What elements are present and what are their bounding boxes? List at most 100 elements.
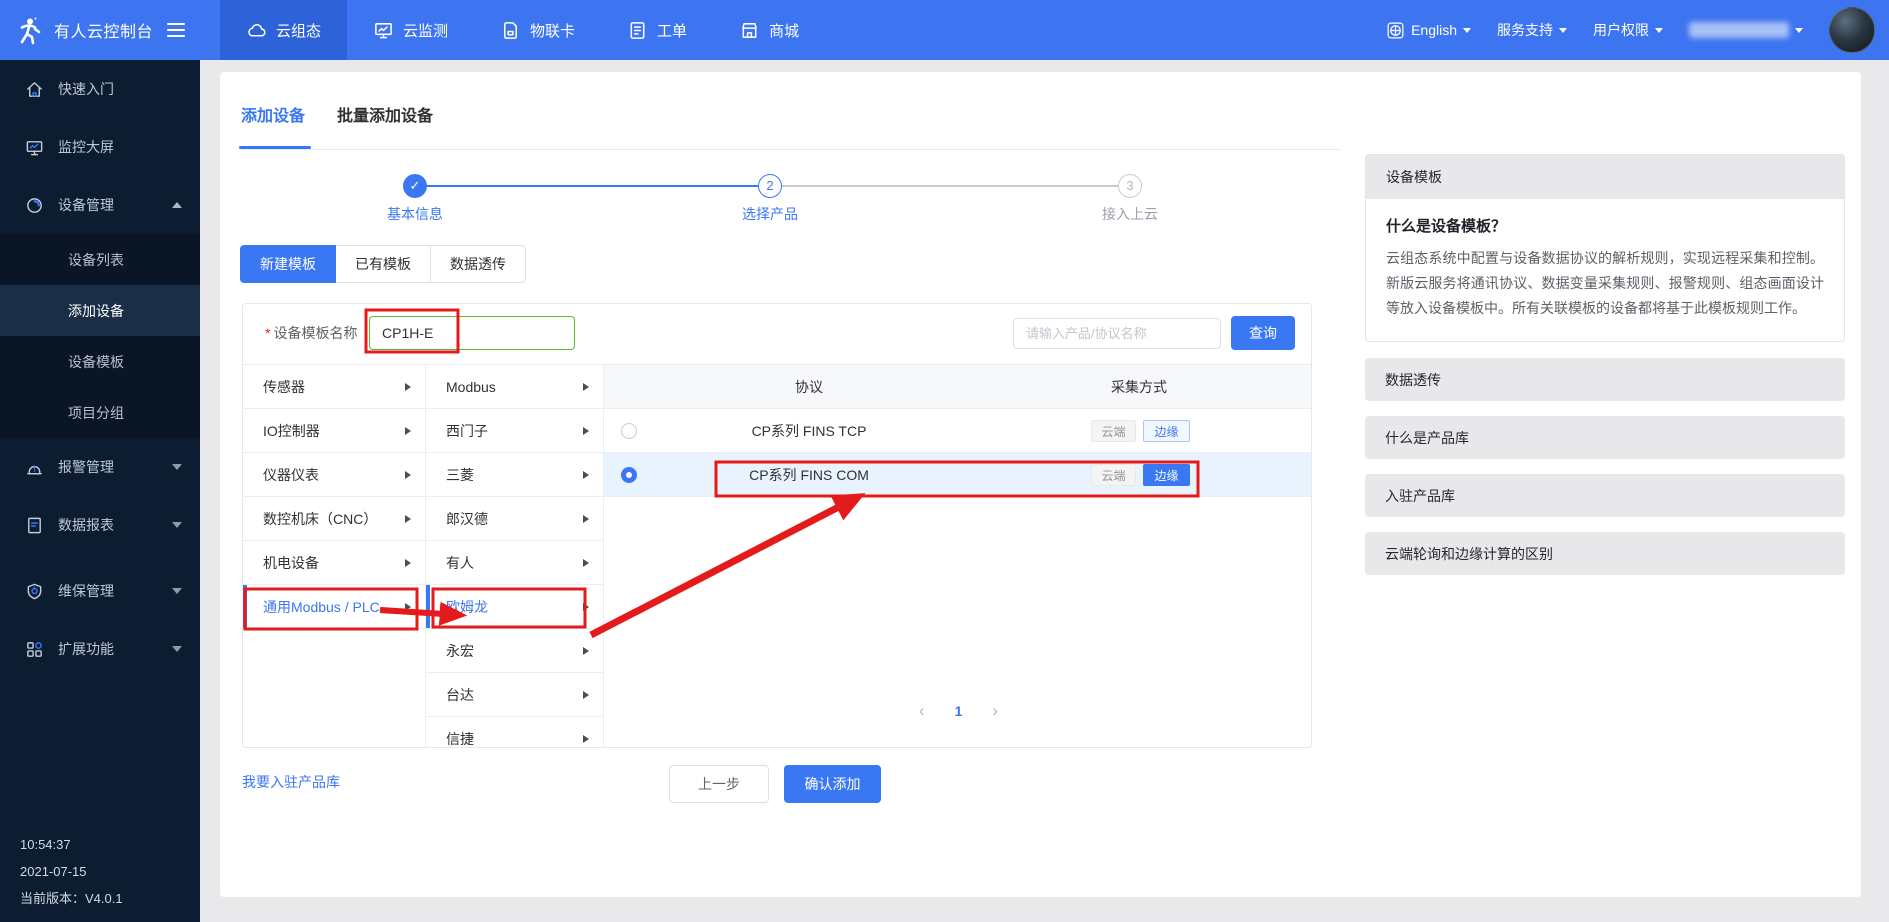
sidebar-item-device-template[interactable]: 设备模板: [0, 336, 200, 387]
nav-item-mall[interactable]: 商城: [713, 0, 825, 60]
mall-icon: [739, 20, 760, 41]
brand-mitsubishi[interactable]: 三菱: [426, 453, 603, 497]
chevron-down-icon: [172, 522, 182, 528]
chevron-up-icon: [172, 202, 182, 208]
sidebar: 快速入门 监控大屏 设备管理 设备列表 添加设备 设备模板 项目分组: [0, 60, 200, 922]
tab-batch-add-device[interactable]: 批量添加设备: [337, 102, 433, 126]
tab-divider: [241, 149, 1341, 150]
category-electromechanical[interactable]: 机电设备: [243, 541, 425, 585]
brand-modbus[interactable]: Modbus: [426, 365, 603, 409]
username-redacted: [1689, 22, 1789, 38]
sidebar-item-monitor-screen[interactable]: 监控大屏: [0, 118, 200, 176]
sidebar-item-quick-start[interactable]: 快速入门: [0, 60, 200, 118]
brand-siemens[interactable]: 西门子: [426, 409, 603, 453]
sidebar-item-device-manage[interactable]: 设备管理: [0, 176, 200, 234]
brand-fatek[interactable]: 永宏: [426, 629, 603, 673]
sidebar-item-project-group[interactable]: 项目分组: [0, 387, 200, 438]
protocol-table: 协议 采集方式 CP系列 FINS TCP 云端 边缘 CP系列 FINS CO…: [604, 364, 1311, 747]
topbar-right: English 服务支持 用户权限: [1386, 7, 1889, 53]
tab-data-passthrough[interactable]: 数据透传: [430, 245, 526, 283]
help-bar-data-passthrough[interactable]: 数据透传: [1365, 358, 1845, 401]
category-cnc[interactable]: 数控机床（CNC）: [243, 497, 425, 541]
brand-omron[interactable]: 欧姆龙: [426, 585, 603, 629]
help-question: 什么是设备模板？: [1386, 215, 1824, 236]
sidebar-item-add-device[interactable]: 添加设备: [0, 285, 200, 336]
pagination-next-icon[interactable]: ›: [992, 701, 998, 721]
confirm-add-button[interactable]: 确认添加: [784, 765, 881, 803]
step-1-label: 基本信息: [355, 204, 475, 224]
sidebar-item-maintenance[interactable]: 维保管理: [0, 562, 200, 620]
nav-item-cloud-scada[interactable]: 云组态: [220, 0, 347, 60]
device-template-help-box: 设备模板 什么是设备模板？ 云组态系统中配置与设备数据协议的解析规则，实现远程采…: [1365, 154, 1845, 342]
brand-usr[interactable]: 有人: [426, 541, 603, 585]
chevron-down-icon: [172, 646, 182, 652]
main-card: 添加设备 批量添加设备 2 3 基本信息 选择产品 接入上云 新建模板 已有模板…: [220, 72, 1861, 897]
product-search-input[interactable]: [1013, 318, 1221, 349]
nav-item-cloud-monitor[interactable]: 云监测: [347, 0, 474, 60]
caret-right-icon: [583, 647, 589, 655]
sidebar-item-data-report[interactable]: 数据报表: [0, 496, 200, 554]
brand-column: Modbus 西门子 三菱 郎汉德 有人 欧姆龙 永宏 台达 信捷: [426, 364, 604, 747]
screen-icon: [25, 138, 44, 157]
avatar[interactable]: [1829, 7, 1875, 53]
category-io-controller[interactable]: IO控制器: [243, 409, 425, 453]
device-manage-icon: [25, 196, 44, 215]
chevron-down-icon: [1795, 28, 1803, 33]
step-line-2: [782, 185, 1118, 187]
help-panel: 设备模板 什么是设备模板？ 云组态系统中配置与设备数据协议的解析规则，实现远程采…: [1365, 154, 1845, 590]
brand: 有人云控制台: [0, 15, 200, 45]
caret-right-icon: [583, 471, 589, 479]
category-instrument[interactable]: 仪器仪表: [243, 453, 425, 497]
template-name-input[interactable]: [369, 316, 575, 350]
device-manage-submenu: 设备列表 添加设备 设备模板 项目分组: [0, 234, 200, 438]
brand-langhande[interactable]: 郎汉德: [426, 497, 603, 541]
hamburger-menu-icon[interactable]: [167, 23, 185, 38]
help-answer: 云组态系统中配置与设备数据协议的解析规则，实现远程采集和控制。新版云服务将通讯协…: [1386, 246, 1824, 321]
protocol-row-fins-tcp[interactable]: CP系列 FINS TCP 云端 边缘: [604, 409, 1311, 453]
account-menu[interactable]: [1689, 22, 1803, 38]
support-menu[interactable]: 服务支持: [1497, 20, 1567, 40]
maintenance-icon: [25, 582, 44, 601]
cloud-tag: 云端: [1091, 464, 1136, 486]
col-protocol: 协议: [604, 365, 1014, 409]
language-switcher[interactable]: English: [1386, 21, 1471, 40]
pagination: ‹ 1 ›: [604, 701, 1312, 721]
help-bar-cloud-vs-edge[interactable]: 云端轮询和边缘计算的区别: [1365, 532, 1845, 575]
iot-card-icon: [500, 20, 521, 41]
tab-new-template[interactable]: 新建模板: [240, 245, 336, 283]
current-time: 10:54:37: [20, 831, 123, 858]
search-button[interactable]: 查询: [1231, 316, 1295, 350]
help-box-title[interactable]: 设备模板: [1366, 155, 1844, 199]
brand-xinje[interactable]: 信捷: [426, 717, 603, 748]
tab-add-device[interactable]: 添加设备: [241, 102, 305, 126]
enter-product-library-link[interactable]: 我要入驻产品库: [242, 772, 340, 792]
sidebar-item-alarm-manage[interactable]: 报警管理: [0, 438, 200, 496]
nav-item-iot-card[interactable]: 物联卡: [474, 0, 601, 60]
sidebar-item-device-list[interactable]: 设备列表: [0, 234, 200, 285]
pagination-page-1[interactable]: 1: [955, 703, 963, 719]
protocol-row-fins-com[interactable]: CP系列 FINS COM 云端 边缘: [604, 453, 1311, 497]
sidebar-item-extension[interactable]: 扩展功能: [0, 620, 200, 678]
edge-tag: 边缘: [1143, 420, 1190, 442]
step-3-label: 接入上云: [1070, 204, 1190, 224]
permission-menu[interactable]: 用户权限: [1593, 20, 1663, 40]
brand-delta[interactable]: 台达: [426, 673, 603, 717]
product-selection-panel: *设备模板名称 查询 传感器 IO控制器 仪器仪表 数控机床（CNC） 机电设备…: [242, 303, 1312, 748]
caret-right-icon: [405, 471, 411, 479]
globe-icon: [1386, 21, 1405, 40]
category-generic-modbus-plc[interactable]: 通用Modbus / PLC: [243, 585, 425, 629]
caret-right-icon: [405, 383, 411, 391]
help-bar-enter-product-library[interactable]: 入驻产品库: [1365, 474, 1845, 517]
app-root: { "topbar": { "logo_title": "有人云控制台", "n…: [0, 0, 1889, 922]
tab-existing-template[interactable]: 已有模板: [335, 245, 431, 283]
step-2-circle-current: 2: [758, 174, 782, 198]
category-sensor[interactable]: 传感器: [243, 365, 425, 409]
prev-step-button[interactable]: 上一步: [669, 765, 769, 803]
pagination-prev-icon[interactable]: ‹: [919, 701, 925, 721]
caret-right-icon: [583, 603, 589, 611]
nav-item-work-order[interactable]: 工单: [601, 0, 713, 60]
edge-tag-active: 边缘: [1143, 464, 1190, 486]
help-bar-what-is-product-library[interactable]: 什么是产品库: [1365, 416, 1845, 459]
category-column: 传感器 IO控制器 仪器仪表 数控机床（CNC） 机电设备 通用Modbus /…: [243, 364, 426, 747]
caret-right-icon: [583, 515, 589, 523]
